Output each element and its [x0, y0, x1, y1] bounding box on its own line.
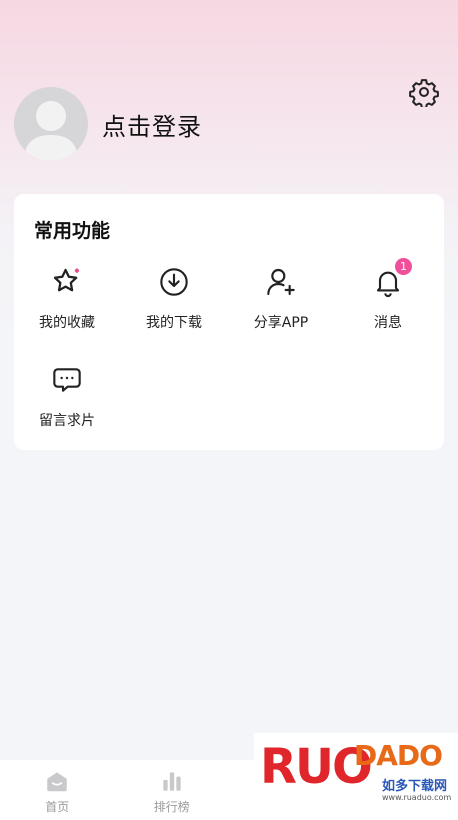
watermark-logo: RUO DADO 如多下载网 www.ruaduo.com — [254, 733, 458, 820]
watermark-logo-right: DADO — [354, 739, 443, 772]
request-movie-button[interactable]: 留言求片 — [14, 362, 120, 436]
home-icon — [47, 772, 67, 792]
card-title: 常用功能 — [34, 220, 111, 242]
login-link[interactable]: 点击登录 — [102, 107, 202, 142]
profile-section[interactable]: 点击登录 — [14, 87, 202, 161]
share-user-icon — [267, 268, 295, 296]
watermark-subtitle: 如多下载网 — [382, 779, 448, 794]
tab-home[interactable]: 首页 — [0, 760, 115, 820]
chart-icon — [163, 772, 181, 791]
downloads-label: 我的下载 — [146, 315, 202, 331]
share-app-label: 分享APP — [253, 315, 309, 331]
download-icon — [160, 268, 188, 296]
downloads-button[interactable]: 我的下载 — [121, 264, 227, 338]
common-functions-card: 常用功能 我的收藏 我的下载 分享APP 1 消息 留言求片 — [14, 194, 444, 450]
tab-ranking[interactable]: 排行榜 — [115, 760, 230, 820]
star-icon — [53, 268, 80, 292]
avatar[interactable] — [14, 87, 88, 161]
watermark-url: www.ruaduo.com — [382, 793, 452, 802]
favorites-label: 我的收藏 — [39, 315, 95, 331]
messages-label: 消息 — [374, 315, 402, 331]
message-icon — [53, 368, 81, 392]
notification-badge: 1 — [395, 258, 412, 275]
messages-button[interactable]: 1 消息 — [335, 258, 441, 338]
tab-ranking-label: 排行榜 — [153, 800, 190, 814]
settings-button[interactable] — [408, 76, 440, 108]
tab-home-label: 首页 — [45, 800, 70, 814]
favorites-button[interactable]: 我的收藏 — [14, 264, 120, 338]
request-movie-label: 留言求片 — [39, 413, 95, 429]
gear-icon — [409, 79, 439, 107]
default-avatar-icon — [24, 101, 78, 161]
share-app-button[interactable]: 分享APP — [228, 264, 334, 338]
